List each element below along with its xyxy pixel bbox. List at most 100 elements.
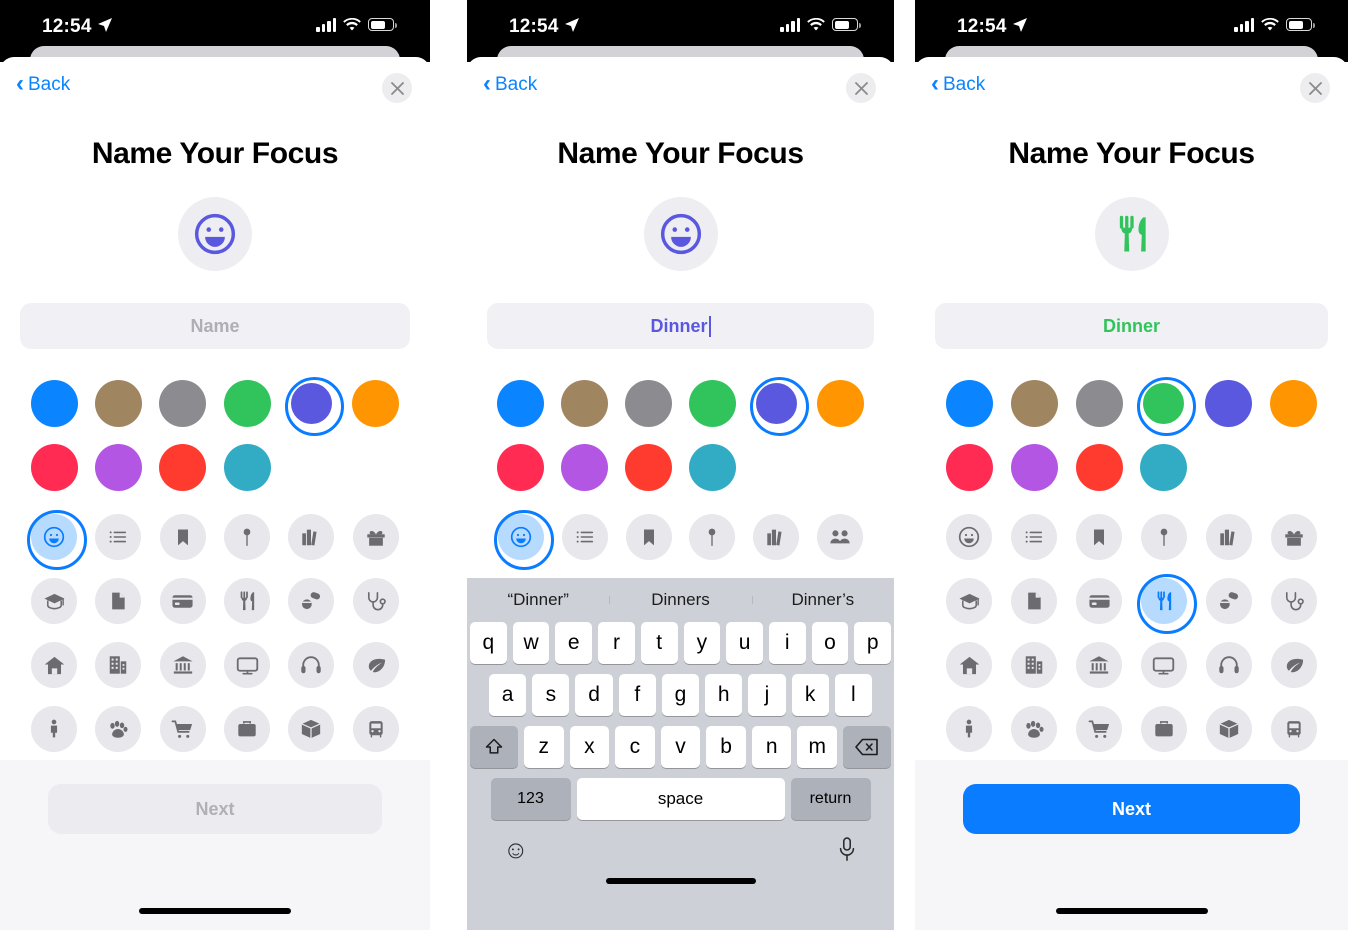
- back-button[interactable]: ‹ Back: [931, 72, 985, 96]
- key-o[interactable]: o: [811, 622, 849, 664]
- icon-option-pills[interactable]: [279, 569, 343, 633]
- key-k[interactable]: k: [791, 674, 829, 716]
- icon-option-home[interactable]: [937, 633, 1002, 697]
- icon-option-bookmark[interactable]: [1067, 505, 1132, 569]
- icon-option-pills[interactable]: [1196, 569, 1261, 633]
- color-swatch-orange[interactable]: [344, 371, 408, 435]
- next-button[interactable]: Next: [48, 784, 382, 834]
- key-r[interactable]: r: [598, 622, 635, 664]
- icon-option-monitor[interactable]: [215, 633, 279, 697]
- key-j[interactable]: j: [748, 674, 786, 716]
- return-key[interactable]: return: [790, 778, 871, 820]
- next-button[interactable]: Next: [963, 784, 1300, 834]
- icon-option-briefcase[interactable]: [215, 697, 279, 761]
- color-swatch-red[interactable]: [1067, 435, 1132, 499]
- close-button[interactable]: [1300, 73, 1330, 103]
- color-swatch-red[interactable]: [151, 435, 215, 499]
- icon-option-list[interactable]: [86, 505, 150, 569]
- icon-option-headphones[interactable]: [1196, 633, 1261, 697]
- color-swatch-blue[interactable]: [937, 371, 1002, 435]
- color-swatch-brown[interactable]: [1002, 371, 1067, 435]
- key-p[interactable]: p: [854, 622, 892, 664]
- key-u[interactable]: u: [726, 622, 763, 664]
- icon-option-box[interactable]: [1196, 697, 1261, 761]
- icon-option-stethoscope[interactable]: [1261, 569, 1326, 633]
- name-input[interactable]: Dinner: [935, 303, 1328, 349]
- icon-option-bus[interactable]: [344, 697, 408, 761]
- color-swatch-gray[interactable]: [617, 371, 681, 435]
- icon-option-bookmark[interactable]: [617, 505, 681, 569]
- backspace-key[interactable]: [843, 726, 892, 768]
- back-button[interactable]: ‹ Back: [483, 72, 537, 96]
- numbers-key[interactable]: 123: [490, 778, 571, 820]
- key-y[interactable]: y: [683, 622, 721, 664]
- icon-option-document[interactable]: [86, 569, 150, 633]
- color-swatch-gray[interactable]: [1067, 371, 1132, 435]
- icon-option-smiley[interactable]: [489, 505, 554, 570]
- icon-option-paw[interactable]: [1002, 697, 1067, 761]
- icon-option-building[interactable]: [86, 633, 150, 697]
- icon-option-paw[interactable]: [86, 697, 150, 761]
- name-input[interactable]: Dinner: [487, 303, 874, 349]
- close-button[interactable]: [846, 73, 876, 103]
- shift-key[interactable]: [469, 726, 518, 768]
- color-swatch-gray[interactable]: [151, 371, 215, 435]
- icon-option-person[interactable]: [937, 697, 1002, 761]
- color-swatch-green[interactable]: [680, 371, 744, 435]
- icon-option-monitor[interactable]: [1131, 633, 1196, 697]
- icon-option-gift[interactable]: [1261, 505, 1326, 569]
- color-swatch-green[interactable]: [215, 371, 279, 435]
- color-swatch-orange[interactable]: [1261, 371, 1326, 435]
- icon-option-list[interactable]: [553, 505, 617, 569]
- color-swatch-teal[interactable]: [680, 435, 744, 499]
- icon-option-shopping-cart[interactable]: [1067, 697, 1132, 761]
- key-h[interactable]: h: [705, 674, 743, 716]
- key-z[interactable]: z: [523, 726, 564, 768]
- icon-option-document[interactable]: [1002, 569, 1067, 633]
- icon-option-home[interactable]: [22, 633, 86, 697]
- key-w[interactable]: w: [512, 622, 550, 664]
- icon-option-shopping-cart[interactable]: [151, 697, 215, 761]
- key-n[interactable]: n: [751, 726, 792, 768]
- icon-option-books[interactable]: [1196, 505, 1261, 569]
- icon-option-credit-card[interactable]: [1067, 569, 1132, 633]
- icon-option-graduation-cap[interactable]: [937, 569, 1002, 633]
- icon-option-fork-knife[interactable]: [1131, 569, 1197, 634]
- key-t[interactable]: t: [640, 622, 678, 664]
- key-g[interactable]: g: [661, 674, 700, 716]
- color-swatch-indigo[interactable]: [744, 371, 809, 436]
- icon-option-bank[interactable]: [151, 633, 215, 697]
- back-button[interactable]: ‹ Back: [16, 72, 70, 96]
- prediction-1[interactable]: Dinners: [609, 590, 751, 610]
- icon-option-graduation-cap[interactable]: [22, 569, 86, 633]
- color-swatch-purple[interactable]: [553, 435, 617, 499]
- icon-option-list[interactable]: [1002, 505, 1067, 569]
- close-button[interactable]: [382, 73, 412, 103]
- icon-option-stethoscope[interactable]: [344, 569, 408, 633]
- icon-option-books[interactable]: [744, 505, 808, 569]
- key-m[interactable]: m: [797, 726, 838, 768]
- key-x[interactable]: x: [569, 726, 610, 768]
- key-i[interactable]: i: [768, 622, 806, 664]
- icon-option-bookmark[interactable]: [151, 505, 215, 569]
- key-e[interactable]: e: [555, 622, 593, 664]
- space-key[interactable]: space: [576, 778, 785, 820]
- color-swatch-purple[interactable]: [1002, 435, 1067, 499]
- icon-option-fork-knife[interactable]: [215, 569, 279, 633]
- key-f[interactable]: f: [618, 674, 656, 716]
- color-swatch-indigo[interactable]: [279, 371, 345, 436]
- icon-option-smiley[interactable]: [22, 505, 88, 570]
- icon-option-pin[interactable]: [680, 505, 744, 569]
- color-swatch-blue[interactable]: [22, 371, 86, 435]
- color-swatch-pink[interactable]: [937, 435, 1002, 499]
- color-swatch-teal[interactable]: [215, 435, 279, 499]
- icon-option-headphones[interactable]: [279, 633, 343, 697]
- icon-option-bank[interactable]: [1067, 633, 1132, 697]
- icon-option-leaf[interactable]: [1261, 633, 1326, 697]
- icon-option-books[interactable]: [279, 505, 343, 569]
- prediction-2[interactable]: Dinner’s: [751, 590, 894, 610]
- key-v[interactable]: v: [660, 726, 701, 768]
- color-swatch-pink[interactable]: [22, 435, 86, 499]
- name-input[interactable]: Name: [20, 303, 410, 349]
- color-swatch-red[interactable]: [617, 435, 681, 499]
